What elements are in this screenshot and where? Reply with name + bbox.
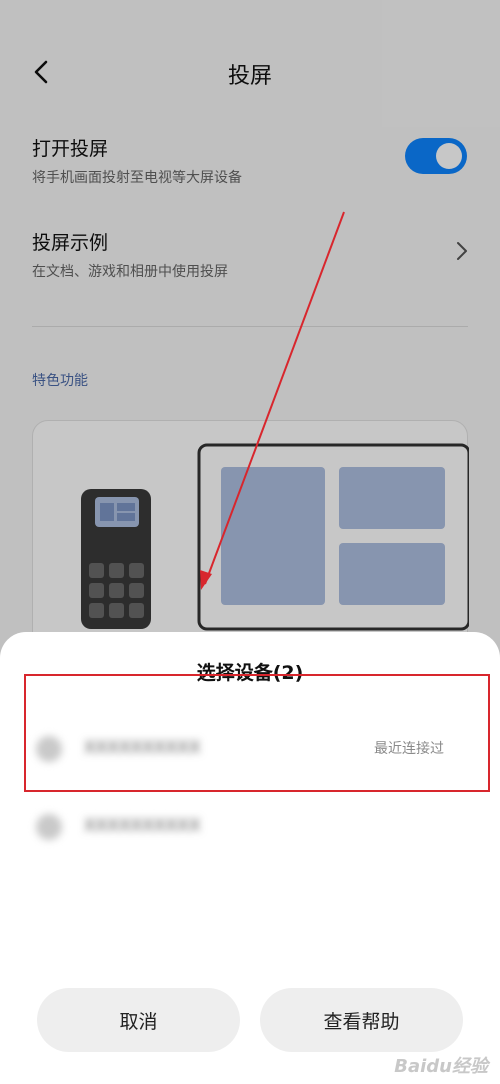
annotation-arrow [200,211,345,590]
watermark-logo: Baidu经验 [394,1056,488,1077]
